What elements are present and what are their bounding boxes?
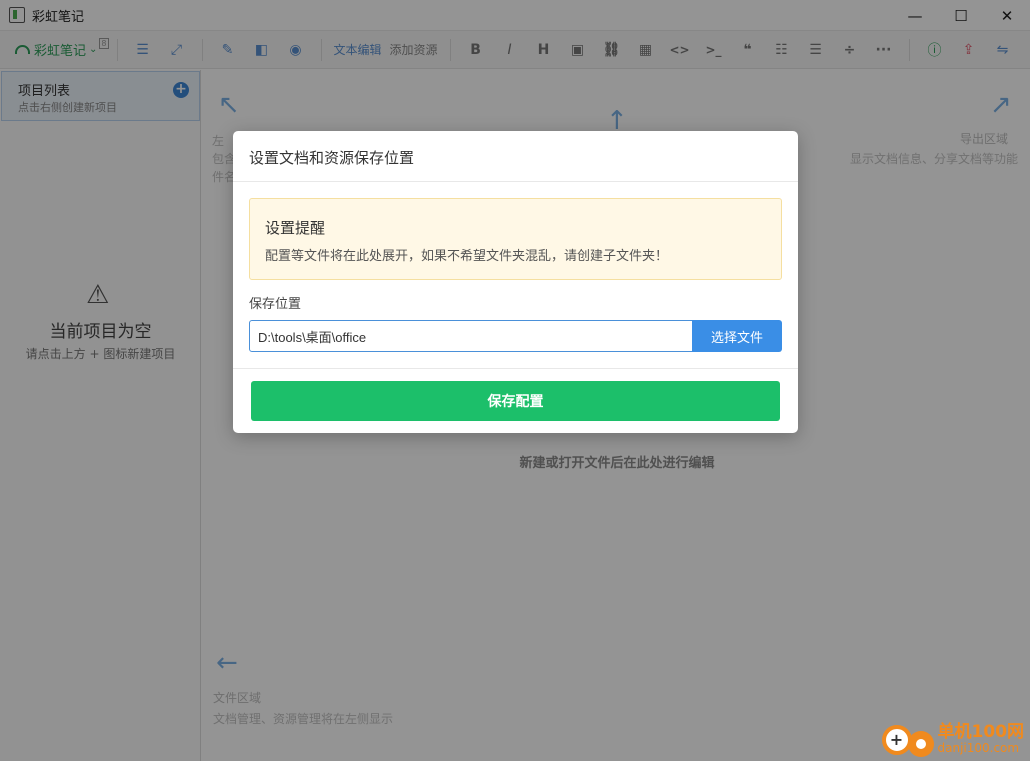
notice-text: 配置等文件将在此处展开，如果不希望文件夹混乱，请创建子文件夹！ — [265, 249, 669, 264]
watermark-text: 单机100网 — [937, 722, 1025, 742]
save-location-input[interactable] — [249, 320, 693, 352]
settings-dialog: 设置文档和资源保存位置 设置提醒 配置等文件将在此处展开，如果不希望文件夹混乱，… — [233, 131, 798, 433]
dialog-title: 设置文档和资源保存位置 — [249, 149, 415, 167]
notice-box: 设置提醒 配置等文件将在此处展开，如果不希望文件夹混乱，请创建子文件夹！ — [249, 198, 782, 280]
save-location-label: 保存位置 — [249, 297, 302, 312]
watermark-icon: + — [880, 721, 938, 757]
notice-title: 设置提醒 — [265, 219, 326, 237]
save-config-button[interactable]: 保存配置 — [251, 381, 780, 421]
dialog-divider — [233, 181, 798, 182]
watermark-logo: + 单机100网 danji100.com — [880, 721, 1025, 757]
watermark-url: danji100.com — [937, 741, 1020, 755]
choose-file-button[interactable]: 选择文件 — [692, 320, 782, 352]
dialog-divider — [233, 368, 798, 369]
